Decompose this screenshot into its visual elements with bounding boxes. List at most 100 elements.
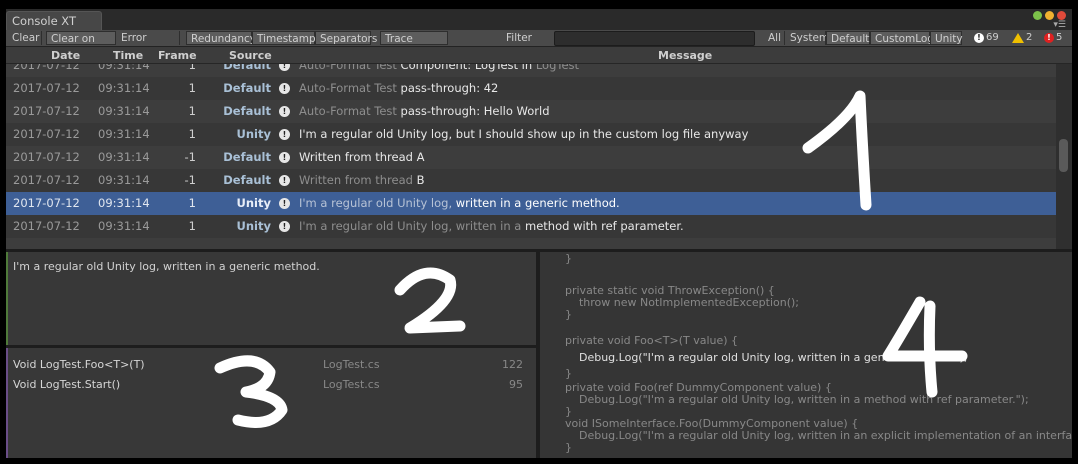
log-date: 2017-07-12 [13, 64, 80, 72]
col-source[interactable]: Source [229, 49, 272, 62]
info-icon: ! [279, 106, 290, 117]
error-pause-toggle[interactable]: Error Pause [117, 31, 180, 58]
stack-line: 95 [509, 378, 523, 391]
log-source: Default [223, 173, 271, 187]
log-source: Unity [236, 196, 271, 210]
toolbar: Clear Clear on Play Error Pause Redundan… [6, 30, 1072, 59]
log-frame: 1 [188, 127, 196, 141]
col-date[interactable]: Date [51, 49, 80, 62]
log-time: 09:31:14 [98, 81, 150, 95]
window-controls [1033, 11, 1066, 20]
stack-file: LogTest.cs [323, 378, 380, 391]
log-source: Default [223, 150, 271, 164]
log-time: 09:31:14 [98, 64, 150, 72]
code-line-highlighted: Debug.Log("I'm a regular old Unity log, … [565, 351, 968, 364]
redundancy-toggle[interactable]: Redundancy [186, 31, 256, 45]
code-line: throw new NotImplementedException(); [565, 296, 799, 309]
error-count: 5 [1056, 32, 1063, 43]
stack-function: Void LogTest.Foo<T>(T) [13, 358, 145, 371]
title-bar: Console XT ▾☰ [6, 9, 1072, 30]
code-line: } [565, 308, 572, 321]
trace-details-toggle[interactable]: Trace Details [380, 31, 448, 59]
source-filter-default[interactable]: Default [826, 31, 870, 45]
code-line: } [565, 367, 572, 380]
close-icon[interactable] [1057, 11, 1066, 20]
context-menu-icon[interactable]: ▾☰ [1053, 21, 1066, 30]
log-row-selected[interactable]: 2017-07-12 09:31:14 1 Unity ! I'm a regu… [6, 192, 1056, 215]
info-icon: ! [279, 152, 290, 163]
log-row[interactable]: 2017-07-12 09:31:14 1 Default ! Auto-For… [6, 100, 1056, 123]
log-list: 2017-07-12 09:31:14 1 Default ! Auto-For… [6, 64, 1056, 249]
log-row[interactable]: 2017-07-12 09:31:14 -1 Default ! Written… [6, 169, 1056, 192]
log-message: I'm a regular old Unity log, but I shoul… [299, 127, 749, 141]
source-filter-system[interactable]: System [786, 31, 829, 45]
window-tab-title[interactable]: Console XT [6, 11, 102, 30]
log-source: Default [223, 64, 271, 72]
log-source: Default [223, 104, 271, 118]
warning-count-toggle[interactable]: 2 [1012, 31, 1032, 45]
filter-label: Filter by: [506, 32, 533, 58]
stack-frame[interactable]: Void LogTest.Foo<T>(T) LogTest.cs 122 [13, 358, 533, 378]
error-icon: ! [1044, 33, 1054, 43]
code-line: } [565, 252, 572, 265]
stack-frame[interactable]: Void LogTest.Start() LogTest.cs 95 [13, 378, 533, 398]
info-icon: ! [279, 175, 290, 186]
message-detail-text: I'm a regular old Unity log, written in … [13, 260, 320, 273]
source-filter-unity[interactable]: Unity [930, 31, 963, 45]
log-frame: -1 [184, 173, 196, 187]
info-icon: ! [279, 129, 290, 140]
log-date: 2017-07-12 [13, 150, 80, 164]
log-row[interactable]: 2017-07-12 09:31:14 1 Default ! Auto-For… [6, 64, 1056, 77]
log-date: 2017-07-12 [13, 196, 80, 210]
console-window: Console XT ▾☰ Clear Clear on Play Error … [6, 9, 1072, 458]
log-list-scrollbar[interactable] [1056, 64, 1072, 249]
info-count-toggle[interactable]: ! 69 [974, 31, 999, 45]
minimize-icon[interactable] [1045, 11, 1054, 20]
log-message: Auto-Format Test pass-through: Hello Wor… [299, 104, 550, 118]
log-frame: 1 [188, 64, 196, 72]
log-message: Auto-Format Test Component: LogTest in L… [299, 64, 580, 72]
scrollbar-thumb[interactable] [1059, 139, 1068, 172]
info-count: 69 [986, 32, 999, 43]
log-time: 09:31:14 [98, 173, 150, 187]
log-row-partial[interactable] [6, 238, 1056, 249]
log-date: 2017-07-12 [13, 81, 80, 95]
code-line: Debug.Log("I'm a regular old Unity log, … [565, 393, 1029, 406]
info-icon: ! [279, 64, 290, 71]
log-source: Default [223, 81, 271, 95]
separators-toggle[interactable]: Separators [315, 31, 377, 45]
info-icon: ! [279, 83, 290, 94]
log-row[interactable]: 2017-07-12 09:31:14 1 Unity ! I'm a regu… [6, 123, 1056, 146]
log-time: 09:31:14 [98, 150, 150, 164]
message-detail-panel: I'm a regular old Unity log, written in … [6, 252, 536, 345]
log-date: 2017-07-12 [13, 127, 80, 141]
code-line: Debug.Log("I'm a regular old Unity log, … [565, 429, 1072, 442]
log-frame: 1 [188, 104, 196, 118]
info-icon: ! [279, 198, 290, 209]
log-date: 2017-07-12 [13, 104, 80, 118]
timestamps-toggle[interactable]: Timestamps [252, 31, 321, 45]
log-frame: 1 [188, 219, 196, 233]
log-row[interactable]: 2017-07-12 09:31:14 1 Unity ! I'm a regu… [6, 215, 1056, 238]
log-table-header: Date Time Frame Source Message [6, 47, 1072, 64]
col-time[interactable]: Time [113, 49, 143, 62]
log-time: 09:31:14 [98, 219, 150, 233]
maximize-icon[interactable] [1033, 11, 1042, 20]
code-line: } [565, 441, 572, 454]
source-filter-all[interactable]: All [764, 31, 785, 45]
clear-button[interactable]: Clear [8, 31, 42, 45]
log-row[interactable]: 2017-07-12 09:31:14 -1 Default ! Written… [6, 146, 1056, 169]
stack-function: Void LogTest.Start() [13, 378, 121, 391]
error-count-toggle[interactable]: ! 5 [1044, 31, 1062, 45]
source-filter-customlog[interactable]: CustomLog [870, 31, 934, 45]
log-frame: 1 [188, 196, 196, 210]
col-message[interactable]: Message [658, 49, 712, 62]
filter-input[interactable] [554, 31, 755, 46]
log-row[interactable]: 2017-07-12 09:31:14 1 Default ! Auto-For… [6, 77, 1056, 100]
log-time: 09:31:14 [98, 104, 150, 118]
col-frame[interactable]: Frame [158, 49, 197, 62]
log-time: 09:31:14 [98, 127, 150, 141]
log-time: 09:31:14 [98, 196, 150, 210]
clear-on-play-toggle[interactable]: Clear on Play [46, 31, 116, 59]
info-icon: ! [974, 33, 984, 43]
